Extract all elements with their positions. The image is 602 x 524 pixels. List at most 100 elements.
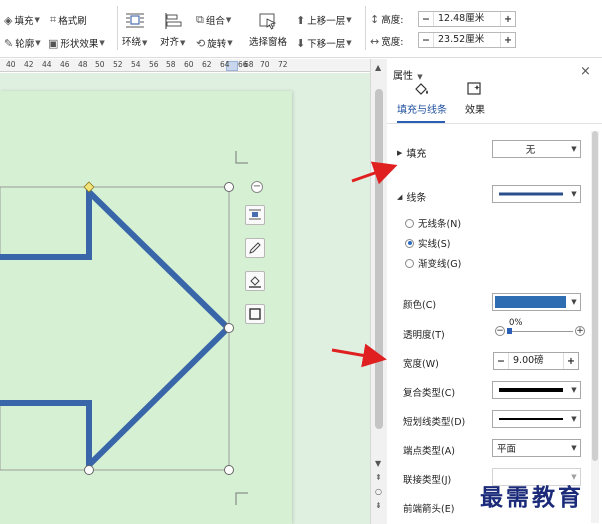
group-label: 组合 <box>205 16 225 27</box>
divider <box>387 123 602 124</box>
cap-type-dropdown[interactable]: 平面 ▼ <box>492 439 581 457</box>
increase-width-button[interactable]: + <box>501 35 515 46</box>
align-left-icon <box>165 13 182 29</box>
cap-type-label: 端点类型(A) <box>403 446 455 457</box>
chevron-down-icon: ▼ <box>180 39 186 47</box>
prev-page-icon[interactable]: ⇞ <box>375 473 382 482</box>
chevron-down-icon: ▼ <box>571 190 577 198</box>
line-style-dropdown[interactable]: ▼ <box>492 185 581 203</box>
shape-effects-button[interactable]: ▣ 形状效果 ▼ <box>48 36 105 51</box>
scroll-down-icon[interactable]: ▼ <box>375 459 381 468</box>
compound-type-dropdown[interactable]: ▼ <box>492 381 581 399</box>
fill-dropdown[interactable]: 无 ▼ <box>492 140 581 158</box>
fill-button[interactable]: ◈ 填充 ▼ <box>4 13 40 28</box>
selection-pane-button[interactable]: 选择窗格 <box>249 12 287 48</box>
decrease-height-button[interactable]: − <box>419 14 433 25</box>
canvas-drawing <box>0 151 248 505</box>
fill-style-button[interactable] <box>245 271 265 291</box>
radio-label: 实线(S) <box>418 239 451 250</box>
ruler-tick: 48 <box>78 60 88 69</box>
outline-button[interactable]: ✎ 轮廓 ▼ <box>4 36 41 51</box>
selection-pane-icon <box>259 13 277 30</box>
scroll-up-icon[interactable]: ▲ <box>375 63 381 72</box>
ruler-tick: 60 <box>184 60 194 69</box>
dash-preview <box>493 414 568 425</box>
increase-height-button[interactable]: + <box>501 14 515 25</box>
line-section-header[interactable]: ◢ 线条 <box>397 189 426 205</box>
layout-options-button[interactable] <box>245 205 265 225</box>
radio-solid-line[interactable]: 实线(S) <box>405 236 450 250</box>
tab-fill-and-line[interactable]: 填充与线条 <box>397 81 447 116</box>
width-input[interactable]: 23.52厘米 <box>433 33 501 47</box>
chevron-down-icon: ▼ <box>35 39 41 47</box>
increase-line-width-button[interactable]: + <box>564 356 578 367</box>
transparency-label: 透明度(T) <box>403 330 445 341</box>
scrollbar-thumb[interactable] <box>375 89 383 429</box>
close-icon[interactable]: × <box>580 64 591 79</box>
ruler-tick: 42 <box>24 60 34 69</box>
rotate-button[interactable]: ⟲ 旋转 ▼ <box>196 36 233 51</box>
format-painter-button[interactable]: ⌗ 格式刷 <box>50 13 87 27</box>
bring-forward-button[interactable]: ⬆ 上移一层 ▼ <box>296 13 352 28</box>
line-width-stepper[interactable]: − 9.00磅 + <box>493 352 579 370</box>
collapse-toolbar-icon[interactable]: − <box>251 181 263 193</box>
next-page-icon[interactable]: ⇟ <box>375 501 382 510</box>
paint-bucket-icon <box>249 276 261 288</box>
resize-handle[interactable] <box>224 323 234 333</box>
right-arrow-shape[interactable] <box>0 184 233 473</box>
select-browse-icon[interactable]: ○ <box>375 487 382 496</box>
resize-handle[interactable] <box>224 465 234 475</box>
line-color-dropdown[interactable]: ▼ <box>492 293 581 311</box>
wrap-layout-icon <box>249 209 261 220</box>
vertical-scrollbar[interactable]: ▲ ▼ ⇞ ○ ⇟ <box>370 59 387 524</box>
radio-no-line[interactable]: 无线条(N) <box>405 216 461 230</box>
slider-thumb[interactable] <box>507 328 512 334</box>
send-backward-button[interactable]: ⬇ 下移一层 ▼ <box>296 36 352 51</box>
chevron-down-icon: ▼ <box>417 73 423 81</box>
ruler-tick: 56 <box>149 60 159 69</box>
height-input[interactable]: 12.48厘米 <box>433 12 501 26</box>
tab-effects[interactable]: 效果 <box>465 81 485 116</box>
line-width-input[interactable]: 9.00磅 <box>508 353 564 369</box>
panel-scrollbar-thumb[interactable] <box>592 131 598 461</box>
panel-scrollbar[interactable] <box>591 131 599 523</box>
width-stepper[interactable]: − 23.52厘米 + <box>418 32 516 48</box>
ruler-tick: 72 <box>278 60 288 69</box>
transparency-slider[interactable]: − 0% + <box>495 318 585 340</box>
group-button[interactable]: ⧉ 组合 ▼ <box>196 13 231 27</box>
pen-icon <box>249 242 261 254</box>
chevron-down-icon: ▼ <box>571 145 577 153</box>
dash-type-dropdown[interactable]: ▼ <box>492 410 581 428</box>
increase-transparency-button[interactable]: + <box>575 326 585 336</box>
fill-section-label: 填充 <box>406 149 427 160</box>
group-icon: ⧉ <box>196 13 204 26</box>
height-icon: ↕ <box>370 12 380 26</box>
radio-button[interactable] <box>405 258 414 268</box>
resize-handle[interactable] <box>224 182 234 192</box>
radio-button[interactable] <box>405 238 414 248</box>
resize-handle[interactable] <box>84 465 94 475</box>
adjust-handle[interactable] <box>83 181 95 193</box>
tab-fill-and-line-label: 填充与线条 <box>397 105 447 116</box>
radio-label: 渐变线(G) <box>418 259 462 270</box>
document-canvas[interactable]: − <box>0 73 370 524</box>
horizontal-ruler[interactable]: 40 42 44 46 48 50 52 54 56 58 60 62 64 6… <box>0 59 370 72</box>
slider-track[interactable] <box>509 331 573 332</box>
shape-frame-button[interactable] <box>245 304 265 324</box>
align-button[interactable]: 对齐▼ <box>160 12 185 48</box>
rotate-icon: ⟲ <box>196 36 206 50</box>
fill-section-header[interactable]: ▶ 填充 <box>397 145 427 161</box>
frame-icon <box>249 308 261 320</box>
ruler-tick: 44 <box>42 60 52 69</box>
decrease-transparency-button[interactable]: − <box>495 326 505 336</box>
radio-gradient-line[interactable]: 渐变线(G) <box>405 256 461 270</box>
panel-title[interactable]: 属性 ▼ <box>393 67 423 82</box>
decrease-width-button[interactable]: − <box>419 35 433 46</box>
radio-button[interactable] <box>405 218 414 228</box>
decrease-line-width-button[interactable]: − <box>494 356 508 367</box>
send-backward-label: 下移一层 <box>307 39 346 50</box>
ruler-tick: 40 <box>6 60 16 69</box>
outline-style-button[interactable] <box>245 238 265 258</box>
wrap-button[interactable]: 环绕▼ <box>122 12 147 48</box>
height-stepper[interactable]: − 12.48厘米 + <box>418 11 516 27</box>
